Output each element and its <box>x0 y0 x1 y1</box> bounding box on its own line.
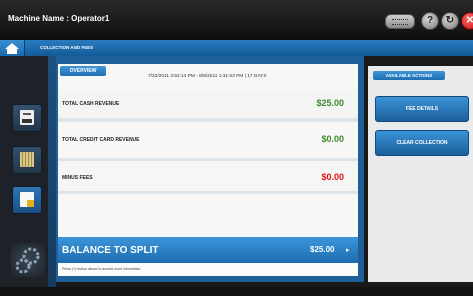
gears-icon <box>15 247 40 274</box>
refresh-icon[interactable]: ↻ <box>441 12 459 30</box>
help-icon[interactable]: ? <box>421 12 439 30</box>
clear-collection-button[interactable]: CLEAR COLLECTION <box>375 130 469 156</box>
row-total-cash-revenue: TOTAL CASH REVENUE $25.00 <box>58 90 358 122</box>
side-nav-strip <box>48 56 56 296</box>
row-total-credit-card-revenue: TOTAL CREDIT CARD REVENUE $0.00 <box>58 122 358 161</box>
balance-label: BALANCE TO SPLIT <box>62 245 159 256</box>
printer-icon <box>20 110 34 125</box>
nav-money[interactable] <box>12 146 42 174</box>
status-bar <box>0 287 473 296</box>
date-range: 7/22/2011 3:52:14 PM - 8/8/2011 1:31:53 … <box>148 74 267 79</box>
keyboard-icon[interactable] <box>385 14 415 29</box>
row-minus-fees: MINUS FEES $0.00 <box>58 161 358 194</box>
home-icon <box>5 43 19 54</box>
balance-value: $25.00 <box>310 245 335 254</box>
nav-settings[interactable] <box>11 243 45 277</box>
row-label: TOTAL CREDIT CARD REVENUE <box>62 137 140 143</box>
breadcrumb-label: COLLECTION AND FEES <box>40 45 94 50</box>
money-icon <box>20 152 34 167</box>
row-value: $0.00 <box>321 172 344 182</box>
row-label: MINUS FEES <box>62 175 93 181</box>
close-icon[interactable]: ✕ <box>461 12 473 30</box>
machine-name: Machine Name : Operator1 <box>8 14 110 23</box>
row-label: TOTAL CASH REVENUE <box>62 101 120 107</box>
row-value: $0.00 <box>321 134 344 144</box>
actions-header: AVAILABLE ACTIONS <box>373 71 445 80</box>
fee-details-button[interactable]: FEE DETAILS <box>375 96 469 122</box>
expand-icon[interactable]: ▸ <box>346 246 350 254</box>
document-icon <box>20 192 34 207</box>
home-button[interactable] <box>0 40 25 56</box>
row-value: $25.00 <box>316 98 344 108</box>
tab-overview[interactable]: OVERVIEW <box>60 66 106 76</box>
hint-text: Press (+) button above to access more in… <box>62 267 141 271</box>
nav-collection[interactable] <box>12 186 42 214</box>
nav-printer[interactable] <box>12 104 42 132</box>
